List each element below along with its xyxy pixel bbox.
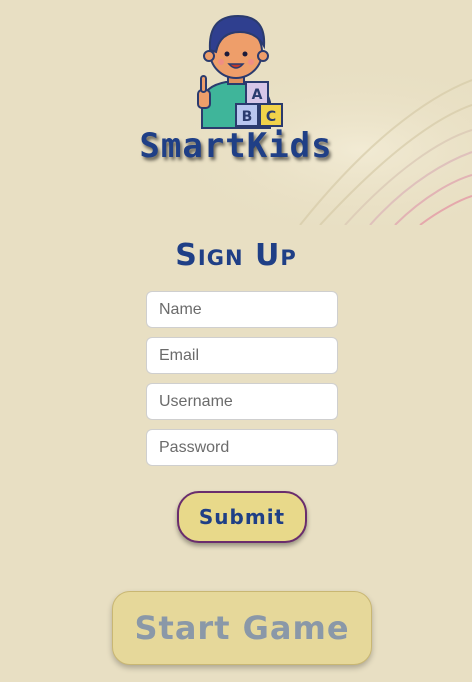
signup-title: Sign Up xyxy=(175,238,297,273)
password-field[interactable] xyxy=(146,429,338,466)
header: A B C SmartKids xyxy=(0,0,472,225)
block-c-letter: C xyxy=(266,109,276,125)
brand-name: SmartKids xyxy=(139,126,333,166)
submit-button[interactable]: Submit xyxy=(177,491,307,543)
email-field[interactable] xyxy=(146,337,338,374)
username-field[interactable] xyxy=(146,383,338,420)
name-field[interactable] xyxy=(146,291,338,328)
block-b-letter: B xyxy=(242,109,253,125)
kid-with-abc-blocks-icon: A B C xyxy=(197,14,283,129)
block-a-letter: A xyxy=(252,87,263,103)
start-game-button[interactable]: Start Game xyxy=(112,591,372,665)
